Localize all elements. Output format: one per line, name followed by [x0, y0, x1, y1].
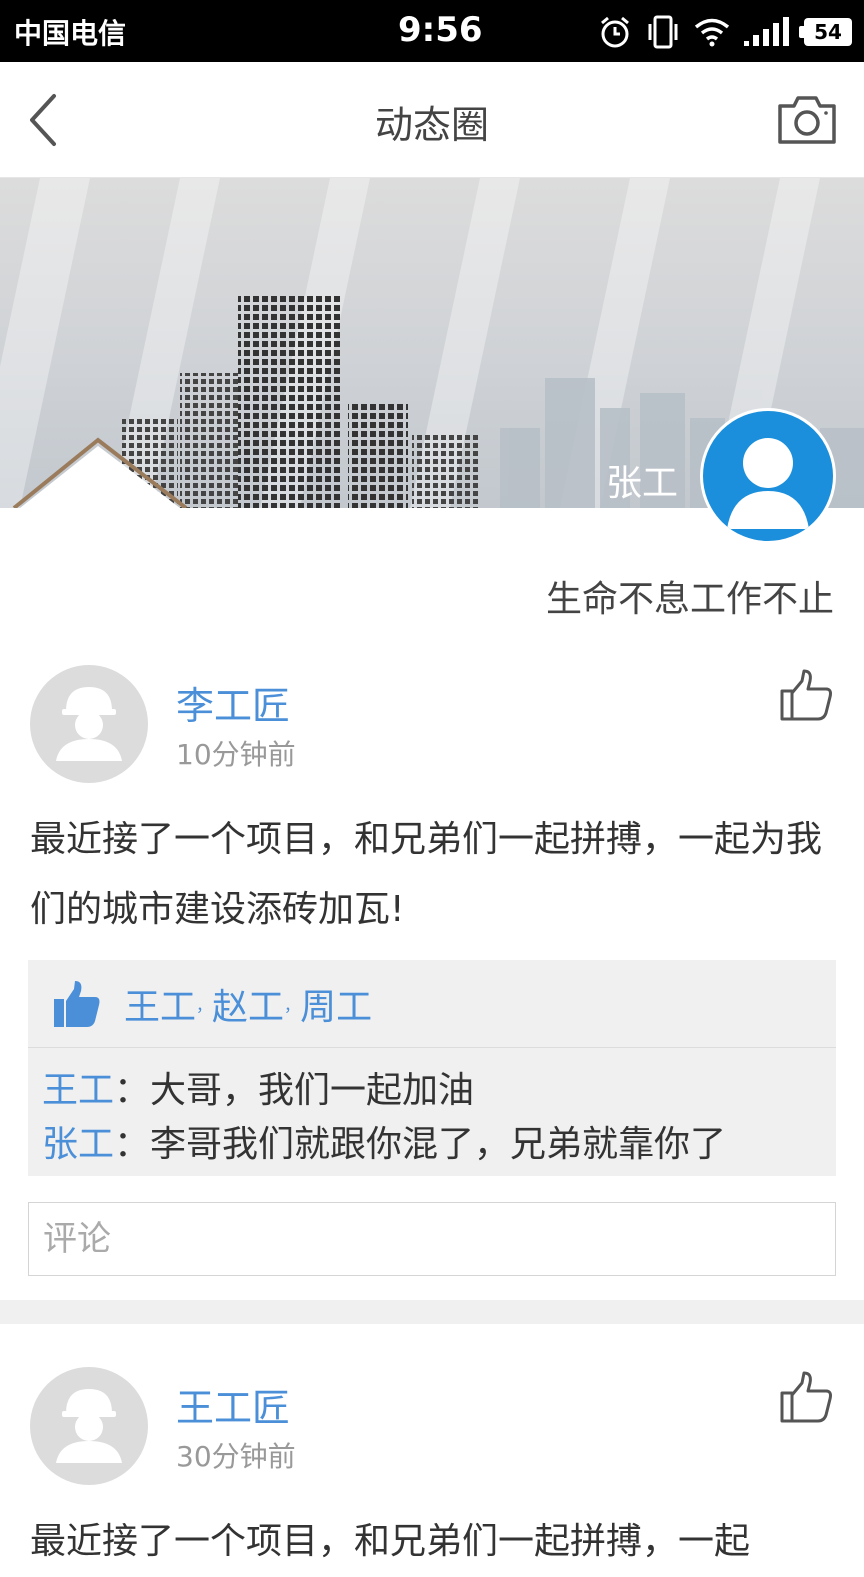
comment-input[interactable]: 评论 — [28, 1202, 836, 1276]
comment-text: 大哥，我们一起加油 — [150, 1070, 475, 1111]
page-title: 动态圈 — [374, 103, 489, 147]
post-author[interactable]: 王工匠 — [176, 1377, 290, 1432]
user-avatar-icon — [727, 438, 809, 529]
likes-comments-panel: 王工 ， 赵工 ， 周工 王工：大哥，我们一起加油 张工：李哥我们就跟你混了，兄… — [28, 960, 836, 1176]
worker-avatar-icon — [56, 687, 122, 761]
post-text: 最近接了一个项目，和兄弟们一起拼搏，一起为我们的城市建设添砖加瓦! — [30, 819, 823, 930]
post-text: 最近接了一个项目，和兄弟们一起拼搏，一起 — [30, 1521, 751, 1562]
status-icons: 54 — [598, 12, 852, 52]
author-avatar[interactable] — [30, 665, 148, 783]
thumbs-up-outline-icon[interactable] — [778, 667, 834, 723]
comment-item[interactable]: 张工：李哥我们就跟你混了，兄弟就靠你了 — [42, 1118, 822, 1172]
comment-text: 李哥我们就跟你混了，兄弟就靠你了 — [150, 1124, 727, 1165]
comment-colon: ： — [114, 1124, 151, 1165]
post-author[interactable]: 李工匠 — [176, 675, 290, 730]
post-divider — [0, 1300, 864, 1324]
like-separator: ， — [196, 995, 213, 1015]
comment-author[interactable]: 张工 — [42, 1124, 114, 1165]
likes-row: 王工 ， 赵工 ， 周工 — [28, 960, 836, 1048]
like-user[interactable]: 赵工 — [212, 978, 284, 1030]
signal-icon — [744, 17, 789, 46]
clock: 9:56 — [398, 10, 483, 50]
comment-list: 王工：大哥，我们一起加油 张工：李哥我们就跟你混了，兄弟就靠你了 — [28, 1048, 836, 1176]
battery-icon: 54 — [799, 18, 852, 46]
comment-colon: ： — [114, 1070, 151, 1111]
thumbs-up-outline-icon[interactable] — [778, 1369, 834, 1425]
alarm-icon — [601, 16, 629, 48]
profile-name: 张工 — [606, 463, 679, 504]
author-avatar[interactable] — [30, 1367, 148, 1485]
vibrate-icon — [648, 15, 678, 49]
profile-avatar[interactable] — [700, 408, 836, 544]
like-user[interactable]: 王工 — [124, 978, 196, 1030]
worker-avatar-icon — [56, 1389, 122, 1463]
post-time: 10分钟前 — [176, 738, 296, 771]
post-time: 30分钟前 — [176, 1440, 296, 1473]
comment-item[interactable]: 王工：大哥，我们一起加油 — [42, 1064, 822, 1118]
wifi-icon — [694, 18, 730, 47]
camera-icon[interactable] — [776, 92, 838, 148]
like-user[interactable]: 周工 — [300, 978, 372, 1030]
profile-motto: 生命不息工作不止 — [545, 579, 834, 620]
carrier-label: 中国电信 — [14, 17, 127, 50]
comment-author[interactable]: 王工 — [42, 1070, 114, 1111]
nav-bar: 动态圈 — [0, 62, 864, 178]
thumbs-up-filled-icon — [54, 980, 100, 1027]
status-bar: 中国电信 9:56 54 — [0, 0, 864, 62]
like-separator: ， — [284, 995, 301, 1015]
